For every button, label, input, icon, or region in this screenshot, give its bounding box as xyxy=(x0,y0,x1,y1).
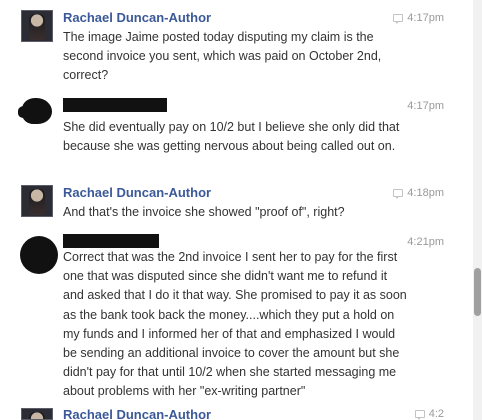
author-avatar[interactable] xyxy=(21,10,53,42)
message-text: The image Jaime posted today disputing m… xyxy=(63,30,382,82)
timestamp-text: 4:18pm xyxy=(407,187,444,199)
message-text: She did eventually pay on 10/2 but I bel… xyxy=(63,120,400,153)
message-item: Rachael Duncan-Author 4:18pm And that's … xyxy=(0,180,460,230)
message-timestamp: 4:17pm xyxy=(407,100,444,112)
chat-bubble-icon xyxy=(393,14,404,24)
chat-bubble-icon xyxy=(414,410,425,420)
author-avatar[interactable] xyxy=(21,185,53,217)
conversation-thread: Rachael Duncan-Author 4:17pm The image J… xyxy=(0,0,478,420)
message-item: Rachael Duncan-Author 4:17pm The image J… xyxy=(0,0,460,90)
chat-bubble-icon xyxy=(393,189,404,199)
timestamp-text: 4:17pm xyxy=(407,12,444,24)
message-item: 4:17pm She did eventually pay on 10/2 bu… xyxy=(0,90,460,180)
message-timestamp: 4:2 xyxy=(414,408,444,420)
timestamp-text: 4:2 xyxy=(428,408,444,420)
author-avatar[interactable] xyxy=(21,408,53,420)
redacted-author-name xyxy=(63,98,167,112)
message-text: And that's the invoice she showed "proof… xyxy=(63,205,345,219)
author-name-link[interactable]: Rachael Duncan-Author xyxy=(63,407,211,420)
redacted-avatar xyxy=(16,234,60,278)
message-item: 4:21pm Correct that was the 2nd invoice … xyxy=(0,230,460,408)
message-text: Correct that was the 2nd invoice I sent … xyxy=(63,250,407,399)
timestamp-text: 4:17pm xyxy=(407,100,444,112)
author-name-link[interactable]: Rachael Duncan-Author xyxy=(63,10,211,25)
author-name-link[interactable]: Rachael Duncan-Author xyxy=(63,185,211,200)
message-timestamp: 4:18pm xyxy=(393,187,444,199)
scrollbar-thumb[interactable] xyxy=(474,268,481,316)
timestamp-text: 4:21pm xyxy=(407,236,444,248)
message-timestamp: 4:17pm xyxy=(393,12,444,24)
message-timestamp: 4:21pm xyxy=(407,236,444,248)
message-item-partial: Rachael Duncan-Author 4:2 xyxy=(0,407,460,420)
redacted-author-name xyxy=(63,234,159,248)
vertical-scrollbar[interactable] xyxy=(473,0,482,420)
redacted-avatar xyxy=(18,94,56,128)
